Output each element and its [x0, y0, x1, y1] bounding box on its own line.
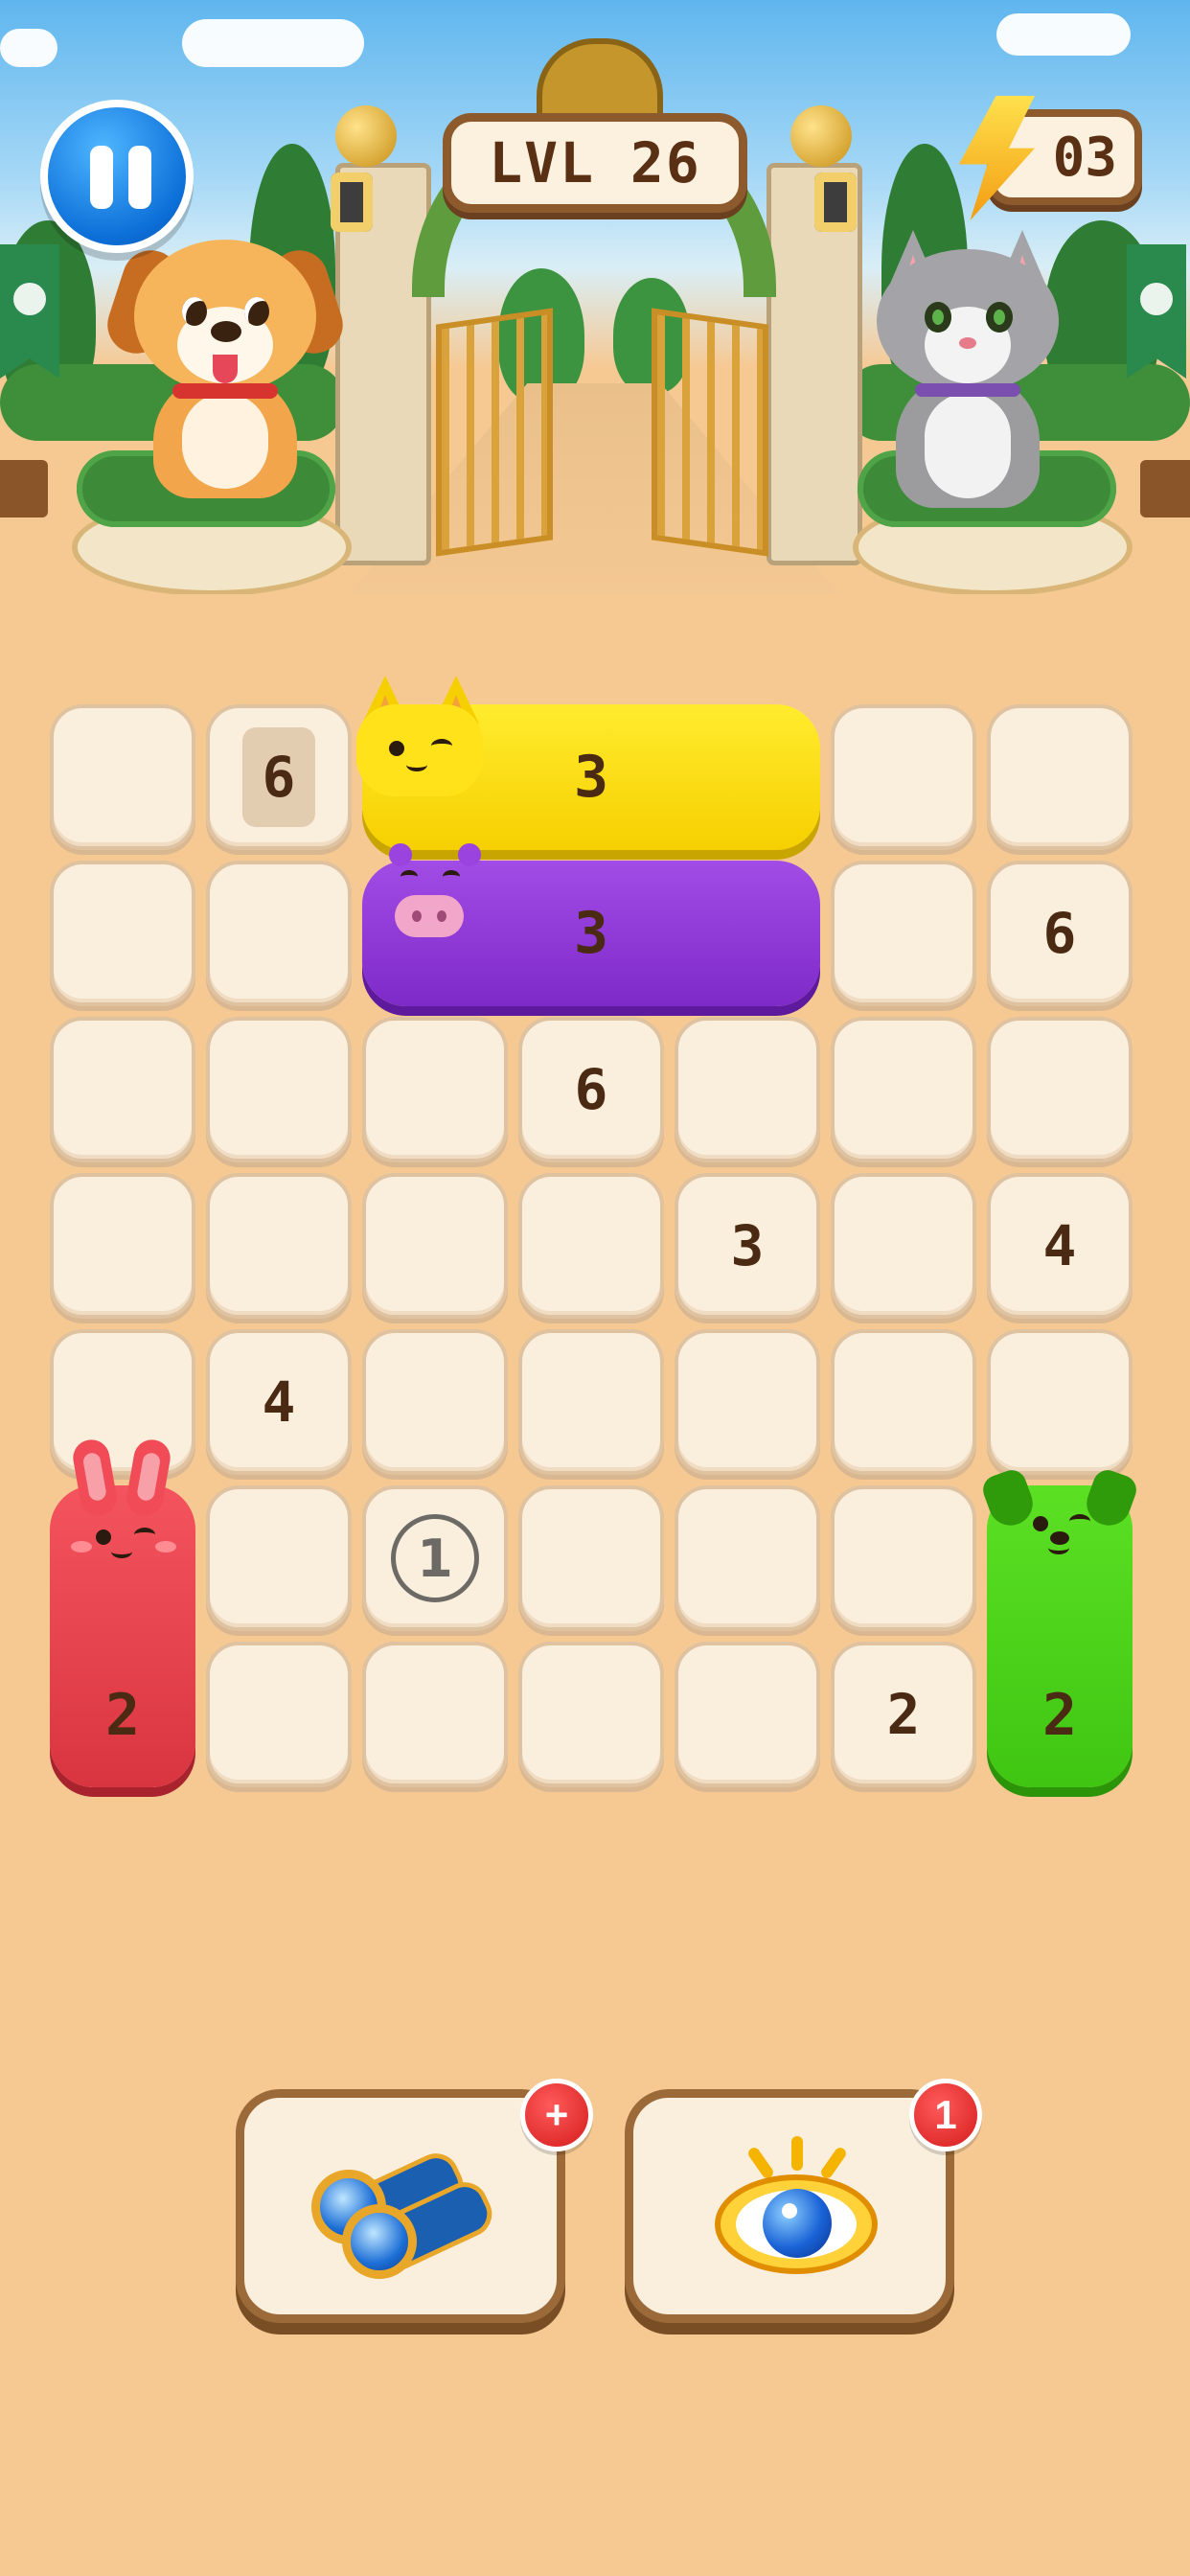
cell-number: 4: [262, 1369, 296, 1435]
pillar-ball: [335, 105, 397, 167]
board-cell[interactable]: [50, 861, 195, 1006]
paw-banner-right: [1127, 244, 1186, 379]
board-cell[interactable]: [206, 1485, 352, 1631]
pig-face-icon: [372, 843, 487, 958]
booster-badge-text: 1: [934, 2092, 957, 2137]
cloud: [0, 29, 57, 67]
board-cell[interactable]: [831, 1485, 976, 1631]
gate-door-left: [436, 308, 553, 557]
cat-face-icon: [356, 676, 483, 800]
eye-icon: [715, 2136, 878, 2280]
binoculars-booster-button[interactable]: +: [236, 2079, 593, 2323]
lamp: [814, 172, 857, 232]
bench: [0, 460, 48, 518]
eye-booster-button[interactable]: 1: [625, 2079, 982, 2323]
board-cell[interactable]: [206, 1017, 352, 1162]
board-cell[interactable]: [987, 1329, 1133, 1475]
board-cell[interactable]: [518, 1642, 664, 1787]
level-label: LVL 26: [489, 130, 701, 196]
board-cell[interactable]: [362, 1173, 508, 1319]
block-count: 3: [573, 744, 609, 811]
board-cell[interactable]: 4: [206, 1329, 352, 1475]
board-cell[interactable]: [206, 1642, 352, 1787]
dog-face-icon: [978, 1465, 1141, 1597]
cat-block[interactable]: 3: [356, 676, 820, 850]
cloud: [996, 13, 1131, 56]
board-cell[interactable]: 3: [675, 1173, 820, 1319]
bench: [1140, 460, 1190, 518]
board-cell[interactable]: 1: [362, 1485, 508, 1631]
board-cell[interactable]: 6: [518, 1017, 664, 1162]
board-cell[interactable]: [831, 1173, 976, 1319]
booster-badge: +: [520, 2079, 593, 2151]
board-cell[interactable]: [206, 861, 352, 1006]
energy-count: 03: [1052, 126, 1117, 189]
board-cell[interactable]: 4: [987, 1173, 1133, 1319]
cell-number: 2: [886, 1682, 921, 1747]
dog-block[interactable]: 2: [978, 1465, 1141, 1787]
board-cell[interactable]: 6: [987, 861, 1133, 1006]
dog-statue: [100, 230, 351, 498]
board-cell[interactable]: [518, 1485, 664, 1631]
cell-number: 4: [1042, 1213, 1077, 1278]
cell-number: 6: [1042, 901, 1077, 966]
board-cell[interactable]: 2: [831, 1642, 976, 1787]
gate-door-right: [652, 308, 768, 557]
block-count: 2: [1041, 1682, 1078, 1749]
block-count: 2: [104, 1682, 141, 1749]
level-indicator: LVL 26: [443, 113, 747, 213]
cat-statue: [858, 230, 1078, 508]
board-cell[interactable]: 6: [206, 704, 352, 850]
park-scene-background: [0, 0, 1190, 594]
bunny-face-icon: [50, 1437, 195, 1583]
cell-number: 6: [262, 745, 296, 810]
circled-number: 1: [391, 1514, 479, 1602]
booster-badge-text: +: [544, 2092, 569, 2137]
binoculars-icon: [311, 2141, 503, 2285]
board-cell[interactable]: [362, 1642, 508, 1787]
board-cell[interactable]: [675, 1329, 820, 1475]
board-cell[interactable]: [831, 1329, 976, 1475]
board-cell[interactable]: [50, 1017, 195, 1162]
board-cell[interactable]: [362, 1329, 508, 1475]
board-cell[interactable]: [987, 1017, 1133, 1162]
board-cell[interactable]: [675, 1642, 820, 1787]
bunny-block[interactable]: 2: [50, 1437, 195, 1787]
board-cell[interactable]: [518, 1173, 664, 1319]
cell-number: 3: [730, 1213, 765, 1278]
board-cell[interactable]: [831, 861, 976, 1006]
board-cell[interactable]: [831, 1017, 976, 1162]
board-cell[interactable]: [50, 704, 195, 850]
board-cell[interactable]: [50, 1173, 195, 1319]
board-cell[interactable]: [518, 1329, 664, 1475]
pause-button[interactable]: [40, 100, 194, 253]
locked-tile: 6: [242, 727, 315, 827]
board-cell[interactable]: [831, 704, 976, 850]
booster-badge: 1: [909, 2079, 982, 2151]
pig-block[interactable]: 3: [362, 843, 820, 1006]
board-cell[interactable]: [675, 1017, 820, 1162]
pillar-ball: [790, 105, 852, 167]
board-cell[interactable]: [987, 704, 1133, 850]
block-count: 3: [573, 900, 609, 967]
board-cell[interactable]: [362, 1017, 508, 1162]
paw-banner-left: [0, 244, 59, 379]
cell-number: 6: [574, 1057, 608, 1122]
board-cell[interactable]: [675, 1485, 820, 1631]
lamp: [331, 172, 373, 232]
board-cell[interactable]: [206, 1173, 352, 1319]
cloud: [182, 19, 364, 67]
